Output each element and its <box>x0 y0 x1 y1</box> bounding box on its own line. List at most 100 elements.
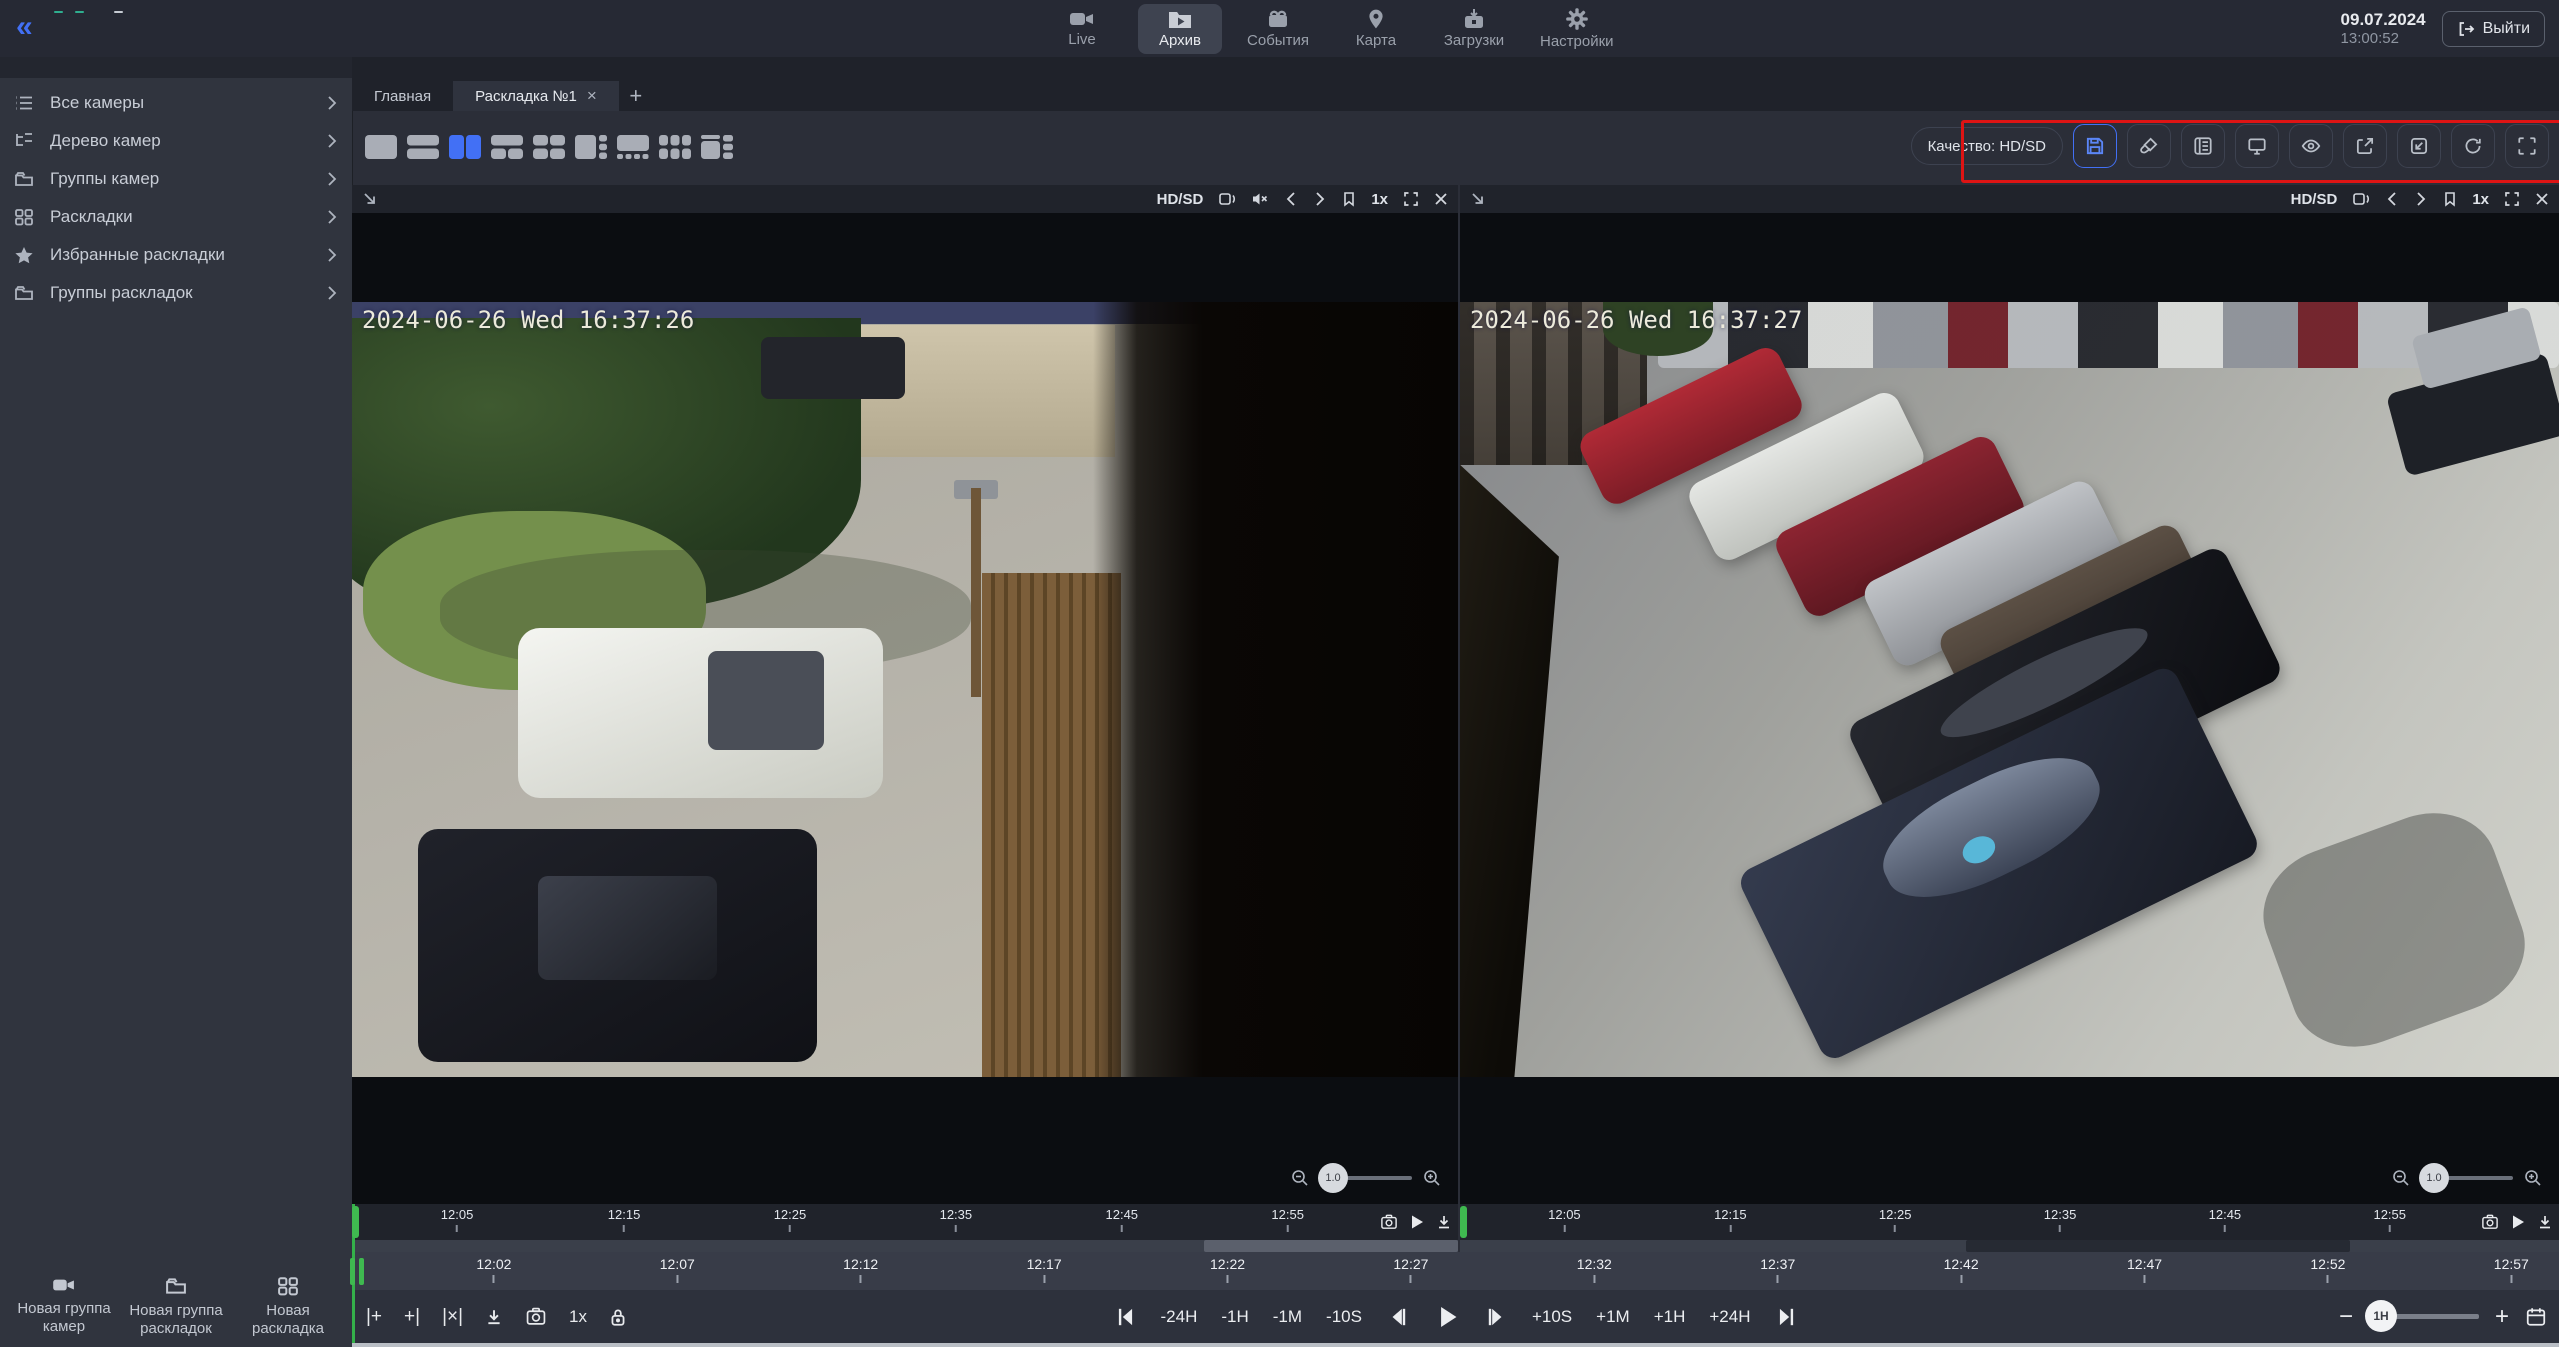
jump-fwd-1h[interactable]: +1H <box>1654 1307 1686 1327</box>
playback-speed[interactable]: 1x <box>1371 191 1388 208</box>
prev-icon[interactable] <box>2385 191 2399 207</box>
jump-fwd-10s[interactable]: +10S <box>1532 1307 1572 1327</box>
pane-fullscreen-icon[interactable] <box>1403 191 1419 207</box>
new-layout-button[interactable]: Новая раскладка <box>232 1276 344 1340</box>
close-pane-icon[interactable] <box>2535 192 2549 206</box>
nav-live[interactable]: Live <box>1040 4 1124 54</box>
camera-1-timeline-scrollbar[interactable] <box>352 1240 1458 1252</box>
layout-2-cols-button-active[interactable] <box>448 133 482 161</box>
zoom-out-icon[interactable] <box>2391 1168 2411 1188</box>
scale-minus-button[interactable]: − <box>2339 1303 2353 1331</box>
layout-2-rows-button[interactable] <box>406 133 440 161</box>
camera-2-timeline-scrollbar[interactable] <box>1460 1240 2559 1252</box>
zoom-in-icon[interactable] <box>2523 1168 2543 1188</box>
jump-back-1m[interactable]: -1M <box>1273 1307 1302 1327</box>
drag-corner-icon[interactable] <box>1470 191 1486 207</box>
zoom-slider-knob[interactable]: 1.0 <box>2419 1163 2449 1193</box>
tab-home[interactable]: Главная <box>352 81 453 111</box>
nav-settings[interactable]: Настройки <box>1530 4 1624 54</box>
quality-button[interactable]: Качество: HD/SD <box>1911 127 2063 165</box>
next-icon[interactable] <box>1313 191 1327 207</box>
camera-1-timeline[interactable]: 12:05 12:15 12:25 12:35 12:45 12:55 <box>352 1204 1458 1240</box>
sidebar-item-camera-tree[interactable]: Дерево камер <box>0 122 352 160</box>
next-icon[interactable] <box>2414 191 2428 207</box>
layout-1-plus-3-button[interactable] <box>574 133 608 161</box>
nav-downloads[interactable]: Загрузки <box>1432 4 1516 54</box>
scrollbar-thumb[interactable] <box>1204 1240 1458 1252</box>
monitor-button[interactable] <box>2235 124 2279 168</box>
nav-events[interactable]: События <box>1236 4 1320 54</box>
close-tab-icon[interactable]: × <box>587 86 597 106</box>
camera-pane-1[interactable]: HD/SD 1x 2024-06-26 W <box>352 185 1458 1204</box>
camera-1-video[interactable]: 2024-06-26 Wed 16:37:26 <box>352 302 1458 1077</box>
new-layout-group-button[interactable]: Новая группа раскладок <box>120 1276 232 1340</box>
brush-button[interactable] <box>2127 124 2171 168</box>
jump-fwd-24h[interactable]: +24H <box>1709 1307 1750 1327</box>
zoom-slider[interactable]: 1.0 <box>2421 1176 2513 1180</box>
play-icon[interactable] <box>1410 1214 1424 1230</box>
snapshot-icon[interactable] <box>2481 1214 2499 1230</box>
frame-icon[interactable] <box>1218 191 1236 207</box>
zoom-slider[interactable]: 1.0 <box>1320 1176 1412 1180</box>
quality-toggle[interactable]: HD/SD <box>2291 191 2338 208</box>
fullscreen-button[interactable] <box>2505 124 2549 168</box>
zoom-slider-knob[interactable]: 1.0 <box>1318 1163 1348 1193</box>
close-pane-icon[interactable] <box>1434 192 1448 206</box>
sidebar-collapse-button[interactable]: « <box>16 12 33 42</box>
layout-1-2-button[interactable] <box>490 133 524 161</box>
bookmark-icon[interactable] <box>1342 191 1356 207</box>
camera-pane-2[interactable]: HD/SD 1x 2024-06 <box>1460 185 2559 1204</box>
pane-fullscreen-icon[interactable] <box>2504 191 2520 207</box>
scale-slider-knob[interactable]: 1H <box>2365 1300 2397 1332</box>
sidebar-item-layouts[interactable]: Раскладки <box>0 198 352 236</box>
download-icon[interactable] <box>1436 1214 1452 1230</box>
sidebar-item-favorite-layouts[interactable]: Избранные раскладки <box>0 236 352 274</box>
calendar-icon[interactable] <box>2525 1306 2547 1328</box>
logout-button[interactable]: Выйти <box>2442 11 2545 47</box>
camera-1-playhead-marker[interactable] <box>352 1206 359 1238</box>
jump-fwd-1m[interactable]: +1M <box>1596 1307 1630 1327</box>
sidebar-item-layout-groups[interactable]: Группы раскладок <box>0 274 352 312</box>
play-button[interactable] <box>1434 1304 1460 1330</box>
play-icon[interactable] <box>2511 1214 2525 1230</box>
save-layout-button[interactable] <box>2073 124 2117 168</box>
add-tab-button[interactable]: + <box>619 81 653 111</box>
bookmark-icon[interactable] <box>2443 191 2457 207</box>
resize-button[interactable] <box>2397 124 2441 168</box>
zoom-in-icon[interactable] <box>1422 1168 1442 1188</box>
scrollbar-thumb[interactable] <box>1966 1240 2351 1252</box>
speaker-muted-icon[interactable] <box>1251 191 1269 207</box>
layout-3x2-button[interactable] <box>658 133 692 161</box>
drag-corner-icon[interactable] <box>362 191 378 207</box>
tab-layout-1[interactable]: Раскладка №1 × <box>453 81 619 111</box>
share-button[interactable] <box>2343 124 2387 168</box>
master-timeline[interactable]: 12:02 12:07 12:12 12:17 12:22 12:27 12:3… <box>352 1252 2559 1290</box>
layout-1-plus-mixed-button[interactable] <box>700 133 734 161</box>
quality-toggle[interactable]: HD/SD <box>1157 191 1204 208</box>
jump-back-10s[interactable]: -10S <box>1326 1307 1362 1327</box>
master-playhead-marker[interactable] <box>350 1258 366 1285</box>
layout-1-button[interactable] <box>364 133 398 161</box>
refresh-button[interactable] <box>2451 124 2495 168</box>
jump-back-1h[interactable]: -1H <box>1221 1307 1248 1327</box>
layout-1-plus-5-button[interactable] <box>616 133 650 161</box>
frame-icon[interactable] <box>2352 191 2370 207</box>
scale-plus-button[interactable]: + <box>2495 1303 2509 1331</box>
step-back-icon[interactable] <box>1386 1305 1410 1329</box>
visibility-button[interactable] <box>2289 124 2333 168</box>
playback-speed[interactable]: 1x <box>2472 191 2489 208</box>
jump-back-24h[interactable]: -24H <box>1161 1307 1198 1327</box>
download-icon[interactable] <box>2537 1214 2553 1230</box>
skip-to-start-icon[interactable] <box>1113 1305 1137 1329</box>
snapshot-icon[interactable] <box>1380 1214 1398 1230</box>
sidebar-item-all-cameras[interactable]: Все камеры <box>0 84 352 122</box>
skip-to-end-icon[interactable] <box>1775 1305 1799 1329</box>
sidebar-item-camera-groups[interactable]: Группы камер <box>0 160 352 198</box>
step-forward-icon[interactable] <box>1484 1305 1508 1329</box>
zoom-out-icon[interactable] <box>1290 1168 1310 1188</box>
log-panel-button[interactable] <box>2181 124 2225 168</box>
camera-2-timeline[interactable]: 12:05 12:15 12:25 12:35 12:45 12:55 <box>1460 1204 2559 1240</box>
scale-slider[interactable]: 1H <box>2369 1314 2479 1319</box>
new-camera-group-button[interactable]: Новая группа камер <box>8 1276 120 1340</box>
nav-map[interactable]: Карта <box>1334 4 1418 54</box>
